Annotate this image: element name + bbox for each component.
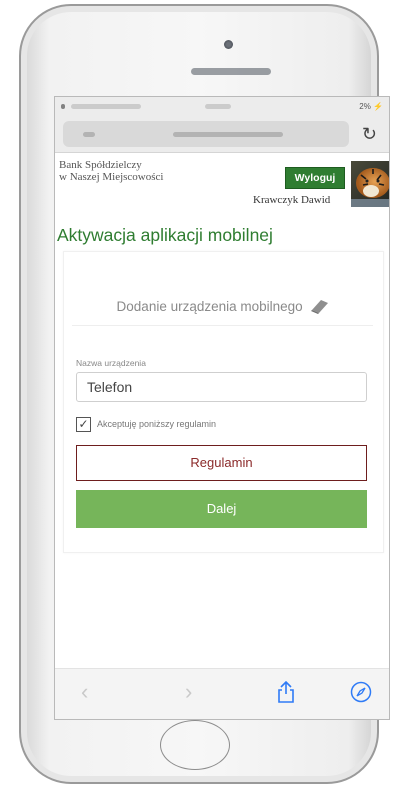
divider xyxy=(72,325,373,326)
reload-icon[interactable]: ↻ xyxy=(362,123,377,145)
compass-icon[interactable] xyxy=(350,681,372,708)
signal-icon xyxy=(61,104,65,109)
camera xyxy=(224,40,233,49)
back-icon[interactable]: ‹ xyxy=(81,679,88,705)
activation-form: Dodanie urządzenia mobilnego Nazwa urząd… xyxy=(63,251,384,553)
url-lock-icon xyxy=(83,132,95,137)
status-bar: 2% ⚡ xyxy=(55,97,389,117)
user-name: Krawczyk Dawid xyxy=(253,194,331,206)
clock-text xyxy=(205,104,231,109)
forward-icon[interactable]: › xyxy=(185,679,192,705)
section-title: Dodanie urządzenia mobilnego xyxy=(64,298,383,317)
browser-toolbar: ‹ › xyxy=(55,668,389,719)
logout-button[interactable]: Wyloguj xyxy=(285,167,345,189)
url-field[interactable] xyxy=(63,121,349,147)
carrier-text xyxy=(71,104,141,109)
next-button[interactable]: Dalej xyxy=(76,490,367,528)
tiger-avatar-image xyxy=(351,161,389,207)
speaker xyxy=(191,68,271,75)
battery-indicator: 2% ⚡ xyxy=(359,102,383,111)
eraser-icon xyxy=(310,298,330,317)
section-title-text: Dodanie urządzenia mobilnego xyxy=(116,299,303,315)
device-name-label: Nazwa urządzenia xyxy=(76,358,146,368)
page-title: Aktywacja aplikacji mobilnej xyxy=(57,225,273,245)
screen: 2% ⚡ ↻ Bank Spółdzielczy w Naszej Miejsc… xyxy=(54,96,390,720)
bank-name-line1: Bank Spółdzielczy xyxy=(59,159,142,171)
browser-url-bar: ↻ xyxy=(55,117,389,153)
share-icon[interactable] xyxy=(277,680,295,708)
accept-rules-label: Akceptuję poniższy regulamin xyxy=(97,419,217,429)
bank-name: Bank Spółdzielczy w Naszej Miejscowości xyxy=(59,159,163,183)
accept-rules-checkbox[interactable]: ✓ xyxy=(76,417,91,432)
home-button[interactable] xyxy=(160,720,230,770)
bank-header: Bank Spółdzielczy w Naszej Miejscowości … xyxy=(55,153,389,223)
bank-name-line2: w Naszej Miejscowości xyxy=(59,171,164,183)
phone-frame: 2% ⚡ ↻ Bank Spółdzielczy w Naszej Miejsc… xyxy=(19,4,390,784)
url-text xyxy=(173,132,283,137)
rules-button[interactable]: Regulamin xyxy=(76,445,367,481)
device-name-input[interactable]: Telefon xyxy=(76,372,367,402)
